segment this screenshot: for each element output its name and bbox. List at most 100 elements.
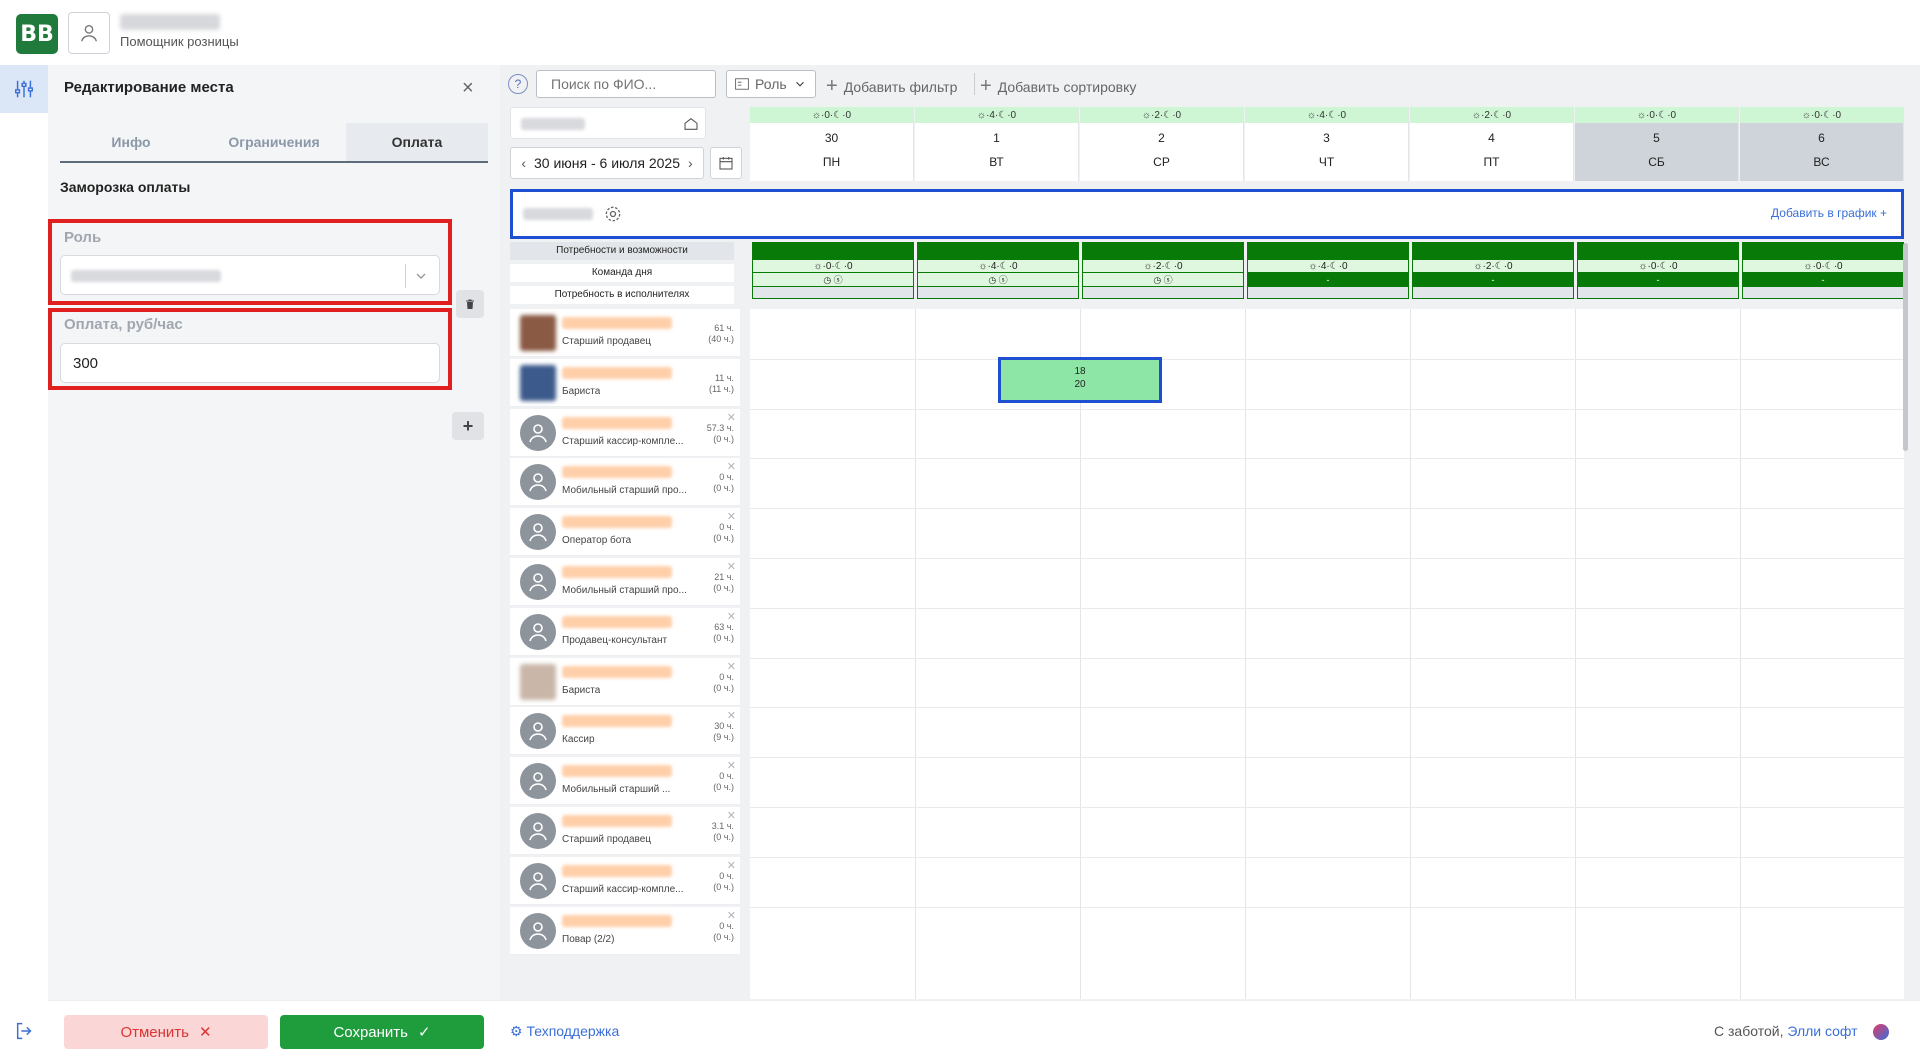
schedule-grid[interactable]: [750, 309, 1904, 999]
logout-button[interactable]: [14, 1020, 36, 1047]
tab-payment[interactable]: Оплата: [346, 123, 488, 161]
employee-name-redacted: [562, 317, 672, 329]
remove-icon[interactable]: ✕: [727, 460, 736, 473]
shift-cell[interactable]: 18 20: [998, 357, 1162, 403]
employee-role: Мобильный старший про...: [562, 585, 687, 596]
date-range-label: 30 июня - 6 июля 2025: [533, 155, 680, 171]
needs-value: ☼·2·☾·0: [1082, 259, 1244, 273]
save-button[interactable]: Сохранить ✓: [280, 1015, 484, 1049]
user-icon: [520, 862, 556, 899]
credit-prefix: С заботой,: [1714, 1023, 1784, 1039]
delete-button[interactable]: [456, 290, 484, 318]
filters-toggle-button[interactable]: [0, 65, 48, 113]
employee-role: Оператор бота: [562, 535, 632, 547]
close-icon: ✕: [198, 1024, 212, 1041]
add-payment-button[interactable]: +: [452, 412, 484, 440]
employee-row[interactable]: Бариста 0 ч. (0 ч.) ✕: [510, 657, 740, 706]
close-icon[interactable]: ×: [462, 77, 474, 100]
gear-icon[interactable]: [603, 204, 623, 224]
employee-row[interactable]: Бариста 11 ч. (11 ч.): [510, 358, 740, 407]
role-select[interactable]: [60, 255, 440, 295]
user-avatar[interactable]: [68, 12, 110, 54]
employee-row[interactable]: Кассир 30 ч. (9 ч.) ✕: [510, 707, 740, 756]
add-to-schedule-button[interactable]: Добавить в график +: [1771, 206, 1887, 220]
help-icon[interactable]: ?: [508, 74, 528, 94]
remove-icon[interactable]: ✕: [727, 411, 736, 424]
remove-icon[interactable]: ✕: [727, 759, 736, 772]
user-name-redacted: [120, 14, 220, 30]
support-icon: ⚙: [510, 1023, 523, 1039]
user-role: Помощник розницы: [120, 34, 239, 49]
credit-brand[interactable]: Элли софт: [1787, 1023, 1857, 1039]
employee-row[interactable]: Старший продавец 3.1 ч. (0 ч.) ✕: [510, 807, 740, 855]
day-header[interactable]: ☼·0·☾·0 30 ПН: [750, 107, 914, 181]
check-icon: ✓: [417, 1024, 431, 1041]
add-filter-button[interactable]: + Добавить фильтр: [826, 75, 957, 98]
support-link[interactable]: ⚙ Техподдержка: [510, 1023, 619, 1040]
needs-cell: ☼·4·☾·0 ◷ ⓢ: [917, 242, 1079, 306]
add-sort-button[interactable]: + Добавить сортировку: [980, 75, 1136, 98]
employee-row[interactable]: Мобильный старший про... 0 ч. (0 ч.) ✕: [510, 458, 740, 507]
clock-money-icon: ◷ ⓢ: [752, 273, 914, 287]
scrollbar[interactable]: [1903, 243, 1908, 451]
employee-row[interactable]: Мобильный старший про... 21 ч. (0 ч.) ✕: [510, 558, 740, 606]
employee-photo: [520, 364, 556, 401]
remove-icon[interactable]: ✕: [727, 859, 736, 872]
remove-icon[interactable]: ✕: [727, 510, 736, 523]
employee-row[interactable]: Продавец-консультант 63 ч. (0 ч.) ✕: [510, 607, 740, 656]
trash-icon: [466, 299, 474, 309]
day-header[interactable]: ☼·2·☾·0 4 ПТ: [1410, 107, 1574, 181]
demand-cell: [1577, 287, 1739, 299]
demand-cell: [752, 287, 914, 299]
save-label: Сохранить: [333, 1023, 408, 1041]
row-label-demand: Потребность в исполнителях: [510, 286, 734, 304]
remove-icon[interactable]: ✕: [727, 560, 736, 573]
day-header[interactable]: ☼·0·☾·0 5 СБ: [1575, 107, 1739, 181]
needs-cell: ☼·2·☾·0 ◷ ⓢ: [1082, 242, 1244, 306]
remove-icon[interactable]: ✕: [727, 809, 736, 822]
remove-icon[interactable]: ✕: [727, 660, 736, 673]
search-input[interactable]: [536, 70, 716, 98]
user-icon: [520, 414, 556, 451]
day-header[interactable]: ☼·2·☾·0 2 СР: [1080, 107, 1244, 181]
needs-value: ☼·0·☾·0: [752, 259, 914, 273]
employee-row[interactable]: Старший кассир-компле... 0 ч. (0 ч.) ✕: [510, 856, 740, 905]
chevron-right-icon[interactable]: ›: [688, 155, 693, 171]
employee-hours: 3.1 ч. (0 ч.): [711, 821, 734, 842]
user-icon: [520, 613, 556, 650]
clock-money-icon: ◷ ⓢ: [917, 273, 1079, 287]
user-icon: [520, 464, 556, 501]
role-filter-dropdown[interactable]: Роль: [726, 70, 816, 98]
employee-row[interactable]: Мобильный старший ... 0 ч. (0 ч.) ✕: [510, 757, 740, 806]
employee-name-redacted: [562, 864, 672, 877]
remove-icon[interactable]: ✕: [727, 909, 736, 922]
employee-row[interactable]: Оператор бота 0 ч. (0 ч.) ✕: [510, 508, 740, 557]
day-header[interactable]: ☼·0·☾·0 6 ВС: [1740, 107, 1904, 181]
remove-icon[interactable]: ✕: [727, 709, 736, 722]
tab-restrictions[interactable]: Ограничения: [202, 123, 346, 161]
employee-row[interactable]: Старший кассир-компле... 57.3 ч. (0 ч.) ✕: [510, 408, 740, 457]
demand-cell: [1082, 287, 1244, 299]
clock-money-icon: ◷ ⓢ: [1082, 273, 1244, 287]
support-label: Техподдержка: [526, 1023, 620, 1039]
chevron-left-icon[interactable]: ‹: [521, 155, 526, 171]
date-range-selector[interactable]: ‹ 30 июня - 6 июля 2025 ›: [510, 147, 704, 179]
pay-input[interactable]: 300: [60, 343, 440, 383]
day-number: 3: [1323, 131, 1330, 145]
remove-icon[interactable]: ✕: [727, 610, 736, 623]
employee-role: Кассир: [562, 734, 595, 746]
tab-info[interactable]: Инфо: [60, 123, 202, 161]
calendar-button[interactable]: [710, 147, 742, 179]
cancel-button[interactable]: Отменить ✕: [64, 1015, 268, 1049]
employee-name-redacted: [562, 466, 672, 479]
employee-row[interactable]: Старший продавец 61 ч. (40 ч.): [510, 309, 740, 357]
day-number: 6: [1818, 131, 1825, 145]
app-logo[interactable]: BB: [16, 14, 58, 54]
day-header[interactable]: ☼·4·☾·0 3 ЧТ: [1245, 107, 1409, 181]
grid-column-line: [1080, 309, 1081, 999]
user-icon: [520, 514, 556, 551]
org-selector[interactable]: [510, 107, 706, 139]
schedule-area: ? Роль + Добавить фильтр + Добавить сорт…: [500, 65, 1920, 1000]
day-header[interactable]: ☼·4·☾·0 1 ВТ: [915, 107, 1079, 181]
employee-row[interactable]: Повар (2/2) 0 ч. (0 ч.) ✕: [510, 906, 740, 955]
